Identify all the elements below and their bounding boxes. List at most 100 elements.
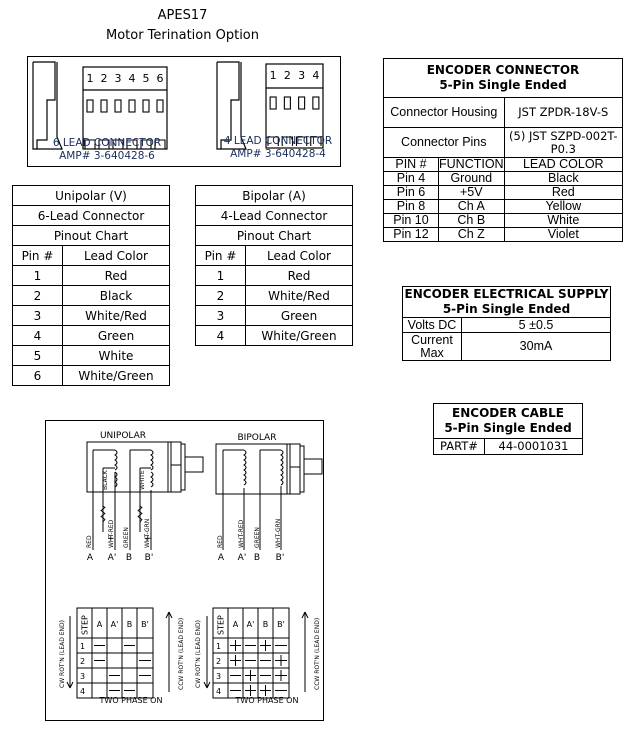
- phase-header: B: [127, 620, 133, 629]
- table-cell: White/Red: [62, 305, 170, 326]
- ccw-rotation-label: CCW ROT'N (LEAD END): [178, 618, 185, 690]
- pin-number: 2: [284, 69, 291, 82]
- table-cell: 2: [195, 285, 246, 306]
- bipolar-title: BIPOLAR: [238, 433, 277, 443]
- step-number: 3: [216, 672, 221, 681]
- pin-slot: [269, 96, 277, 110]
- table-row: 2 White/Red: [195, 285, 353, 306]
- pin-number: 2: [101, 72, 108, 85]
- current-label: Current Max: [402, 332, 462, 361]
- table-cell: Pin 8: [383, 199, 439, 214]
- coil-icon: [243, 449, 247, 486]
- table-cell: 5: [12, 345, 63, 366]
- coil-icon: [150, 471, 154, 488]
- phase-header: A: [97, 620, 103, 629]
- encoder-supply-title: ENCODER ELECTRICAL SUPPLY: [404, 287, 609, 301]
- lead-label-wht-red: WHT-RED: [238, 519, 245, 548]
- table-cell: Red: [245, 265, 353, 286]
- table-cell: Black: [503, 171, 624, 186]
- phase-header: B': [141, 620, 149, 629]
- lead-label-wht-red: WHT-RED: [108, 519, 115, 548]
- terminal-b-prime: B': [145, 553, 154, 563]
- table-cell: Violet: [503, 227, 624, 242]
- table-row: 2 Black: [12, 285, 170, 306]
- encoder-cable-title: ENCODER CABLE: [452, 406, 564, 420]
- encoder-connector-title: ENCODER CONNECTOR: [426, 63, 580, 77]
- table-cell: White/Green: [245, 325, 353, 346]
- unipolar-pinout-table: Unipolar (V) 6-Lead Connector Pinout Cha…: [12, 185, 170, 386]
- terminal-a: A: [218, 553, 225, 563]
- motor-endcap: [180, 443, 186, 491]
- pin-slot: [283, 96, 291, 110]
- pin-number: 5: [143, 72, 150, 85]
- lead-label-black: BLACK: [102, 469, 109, 490]
- terminal-a: A: [87, 553, 94, 563]
- terminal-a-prime: A': [238, 553, 247, 563]
- phase-header: B: [263, 620, 269, 629]
- step-header: STEP: [217, 615, 226, 635]
- volts-value: 5 ±0.5: [461, 317, 611, 333]
- six-lead-latch-outline: [33, 61, 63, 150]
- lead-label-red: RED: [86, 535, 93, 548]
- table-row: 4 Green: [12, 325, 170, 346]
- table-cell: Pin 4: [383, 171, 439, 186]
- step-number: 2: [216, 657, 221, 666]
- wiring-diagram-box: UNIPOLAR + + BLACK WHITE RED WHT-RED GREEN WHT-G…: [45, 420, 324, 721]
- table-row: Pin 4 Ground Black: [383, 171, 624, 186]
- terminal-b: B: [126, 553, 132, 563]
- table-cell: 6: [12, 365, 63, 386]
- encoder-supply-heading: ENCODER ELECTRICAL SUPPLY 5-Pin Single E…: [402, 286, 611, 318]
- lead-label-green: GREEN: [123, 527, 130, 548]
- phase-header: A': [247, 620, 255, 629]
- step-number: 3: [80, 672, 85, 681]
- terminal-a-prime: A': [108, 553, 117, 563]
- four-lead-label: 4 LEAD CONNECTOR: [224, 135, 332, 147]
- step-header: STEP: [81, 615, 90, 635]
- table-row: 3 Green: [195, 305, 353, 326]
- housing-label: Connector Housing: [383, 97, 505, 128]
- terminal-b-prime: B': [276, 553, 285, 563]
- pin-number: 1: [87, 72, 94, 85]
- table-cell: Ground: [438, 171, 505, 186]
- wiring-diagram: UNIPOLAR+ +BLACK WHITERED WHT-RED GREEN WHT-G…: [59, 431, 323, 705]
- motor-shaft: [184, 456, 204, 473]
- part-value: 44-0001031: [484, 438, 583, 455]
- pin-header: Pin #: [195, 245, 246, 266]
- coil-icon: [280, 449, 284, 486]
- encoder-cable-heading: ENCODER CABLE 5-Pin Single Ended: [433, 403, 583, 439]
- table-cell: Pin 6: [383, 185, 439, 200]
- table-row: 1 Red: [12, 265, 170, 286]
- unipolar-caption: TWO PHASE ON: [99, 696, 163, 705]
- terminal-b: B: [254, 553, 260, 563]
- table-cell: Red: [503, 185, 624, 200]
- connector-drawing: 123456 6 LEAD CONNECTOR AMP# 3-640428-6 …: [32, 61, 332, 162]
- encoder-cable-table: ENCODER CABLE 5-Pin Single Ended PART# 4…: [433, 403, 583, 455]
- pin-slot: [142, 99, 150, 113]
- phase-header: A: [233, 620, 239, 629]
- step-number: 4: [216, 687, 221, 696]
- encoder-connector-table: ENCODER CONNECTOR 5-Pin Single Ended Con…: [383, 58, 624, 242]
- pin-slot: [114, 99, 122, 113]
- pin-number: 3: [298, 69, 305, 82]
- unipolar-table-title: Unipolar (V): [12, 185, 170, 206]
- encoder-supply-table: ENCODER ELECTRICAL SUPPLY 5-Pin Single E…: [402, 286, 611, 361]
- encoder-connector-heading: ENCODER CONNECTOR 5-Pin Single Ended: [383, 58, 623, 98]
- unipolar-table-subtitle: 6-Lead Connector: [12, 205, 170, 226]
- bipolar-pinout-table: Bipolar (A) 4-Lead Connector Pinout Char…: [195, 185, 353, 346]
- bipolar-caption: TWO PHASE ON: [235, 696, 299, 705]
- table-row: 5 White: [12, 345, 170, 366]
- table-cell: Pin 12: [383, 227, 439, 242]
- table-row: 4 White/Green: [195, 325, 353, 346]
- phase-header: B': [277, 620, 285, 629]
- phase-header: A': [111, 620, 119, 629]
- pins-value: (5) JST SZPD-002T-P0.3: [503, 127, 624, 158]
- table-cell: Red: [62, 265, 170, 286]
- cw-rotation-label: CW ROT'N (LEAD END): [195, 620, 202, 688]
- bipolar-table-title: Bipolar (A): [195, 185, 353, 206]
- pin-slot: [312, 96, 320, 110]
- motor-endcap: [299, 445, 305, 493]
- pins-label: Connector Pins: [383, 127, 505, 158]
- coil-icon: [150, 449, 154, 471]
- table-cell: Green: [62, 325, 170, 346]
- pin-header: PIN #: [383, 157, 439, 172]
